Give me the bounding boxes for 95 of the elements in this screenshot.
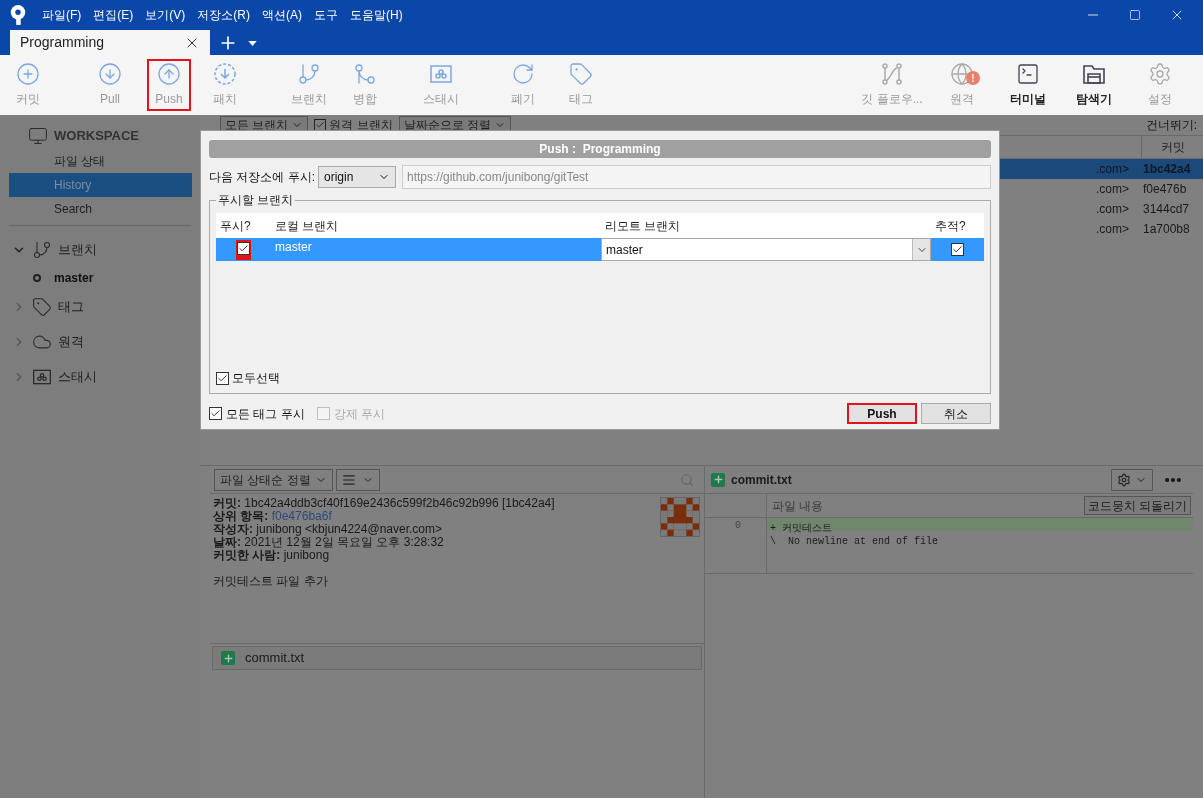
monitor-icon — [28, 126, 48, 146]
toolbar-button[interactable]: 탐색기 — [1065, 59, 1123, 111]
arrow-up-icon — [157, 62, 181, 86]
toolbar-button[interactable]: 깃 플로우... — [859, 59, 925, 111]
terminal-icon — [1016, 62, 1040, 86]
toolbar-button[interactable]: ! 원격 — [933, 59, 991, 111]
folder-icon — [1082, 62, 1106, 86]
dropdown-icon[interactable] — [248, 41, 257, 46]
detail-line: 작성자: junibong <kbjun4224@naver.com> — [213, 523, 443, 536]
url-field[interactable]: https://github.com/junibong/gitTest — [402, 165, 991, 189]
branch-item[interactable]: master — [0, 267, 200, 289]
column-header[interactable]: 리모트 브랜치 — [601, 216, 931, 235]
document-tab[interactable]: Programming — [10, 30, 210, 55]
toolbar-button[interactable]: 패치 — [203, 59, 247, 111]
branch-icon — [297, 62, 321, 86]
remote-label: 다음 저장소에 푸시: — [209, 169, 315, 186]
arrow-down-icon — [98, 62, 122, 86]
maximize-icon[interactable] — [1129, 9, 1141, 21]
added-icon — [221, 651, 235, 665]
sidebar-section[interactable]: 원격 — [0, 324, 200, 359]
toolbar-button[interactable]: 스태시 — [411, 59, 471, 111]
menu-item[interactable]: 저장소(R) — [197, 6, 250, 24]
menu-item[interactable]: 도구 — [314, 6, 338, 24]
remote-branch-dropdown[interactable]: master — [601, 238, 931, 261]
checkbox[interactable] — [237, 241, 250, 255]
settings-icon — [1148, 62, 1172, 86]
sidebar-section[interactable]: 스태시 — [0, 359, 200, 394]
cancel-button[interactable]: 취소 — [921, 403, 991, 424]
alert-badge: ! — [966, 71, 980, 85]
check-icon — [315, 120, 326, 130]
globe-icon — [950, 62, 974, 86]
jump-label: 건너뛰기: — [1145, 117, 1198, 134]
revert-hunk-button[interactable]: 코드뭉치 되돌리기 — [1083, 496, 1191, 515]
sidebar-section[interactable]: 태그 — [0, 289, 200, 324]
detail-line: 상위 항목: f0e476ba6f — [213, 510, 333, 523]
menu-item[interactable]: 파일(F) — [42, 6, 82, 24]
branch-icon — [32, 239, 52, 260]
toolbar-button[interactable]: 폐기 — [501, 59, 545, 111]
column-header[interactable]: 추적? — [931, 216, 984, 235]
sidebar-item[interactable]: History — [9, 173, 192, 197]
plus-icon — [16, 62, 40, 86]
sort-dropdown[interactable]: 파일 상태순 정렬 — [214, 468, 333, 491]
push-button[interactable]: Push — [847, 403, 917, 424]
download-icon — [213, 62, 237, 86]
toolbar-button[interactable]: 설정 — [1131, 59, 1189, 111]
added-icon — [711, 472, 725, 487]
file-name: commit.txt — [731, 471, 792, 489]
toolbar-button[interactable]: 커밋 — [3, 59, 53, 111]
menu-item[interactable]: 편집(E) — [93, 6, 134, 24]
stash-icon — [429, 62, 453, 86]
flow-icon — [880, 62, 904, 86]
checkbox[interactable] — [216, 371, 229, 385]
column-header[interactable]: 푸시? — [216, 216, 271, 235]
app-logo-icon — [9, 4, 27, 26]
column-header[interactable]: 커밋 — [1141, 136, 1203, 158]
diff-line: \ No newline at end of file — [770, 536, 939, 547]
file-row[interactable]: commit.txt — [212, 646, 702, 670]
group-title: 푸시할 브랜치 — [216, 193, 296, 207]
merge-icon — [353, 62, 377, 86]
branch-row[interactable]: master master — [216, 238, 984, 261]
checkbox[interactable] — [209, 407, 222, 420]
local-branch: master — [274, 239, 313, 256]
toolbar-button[interactable]: 태그 — [559, 59, 603, 111]
menu-item[interactable]: 도움말(H) — [350, 6, 403, 24]
settings-dropdown[interactable] — [1111, 468, 1153, 491]
column-header[interactable]: 로컬 브랜치 — [271, 216, 601, 235]
detail-line: 커밋: 1bc42a4ddb3cf40f169e2436c599f2b46c92b996 [1bc42a4] — [213, 497, 556, 510]
sidebar-item[interactable]: Search — [9, 197, 192, 221]
toolbar-button[interactable]: 터미널 — [999, 59, 1057, 111]
remote-dropdown[interactable]: origin — [318, 166, 396, 188]
gear-icon — [1117, 472, 1131, 487]
commit-message: 커밋테스트 파일 추가 — [213, 575, 329, 588]
tag-icon — [569, 62, 593, 86]
toolbar-button[interactable]: 병합 — [343, 59, 387, 111]
option-checkbox[interactable]: 모든 태그 푸시 — [209, 404, 305, 423]
sidebar-item[interactable]: 파일 상태 — [9, 149, 192, 173]
menu-item[interactable]: 보기(V) — [145, 6, 186, 24]
tab-title: Programming — [20, 33, 105, 52]
detail-line: 커밋한 사람: junibong — [213, 549, 331, 562]
section-title: WORKSPACE — [54, 127, 139, 146]
select-all-checkbox[interactable]: 모두선택 — [216, 369, 984, 387]
tag-icon — [32, 296, 52, 317]
toolbar-button[interactable]: Push — [147, 59, 191, 111]
toolbar-button[interactable]: Pull — [85, 59, 135, 111]
toolbar-button[interactable]: 브랜치 — [281, 59, 337, 111]
avatar-icon — [660, 497, 700, 537]
column-header: 파일 내용 — [772, 497, 824, 515]
detail-line: 날짜: 2021년 12월 2일 목요일 오후 3:28:32 — [213, 536, 445, 549]
list-icon — [341, 472, 356, 487]
menu-item[interactable]: 액션(A) — [262, 6, 302, 24]
checkbox[interactable] — [951, 243, 964, 256]
diff-line: + 커밋테스트 — [770, 523, 832, 534]
rotate-icon — [511, 62, 535, 86]
sidebar-section[interactable]: 브랜치 — [0, 232, 200, 267]
dialog-title-bar: Push : Programming — [209, 140, 991, 158]
